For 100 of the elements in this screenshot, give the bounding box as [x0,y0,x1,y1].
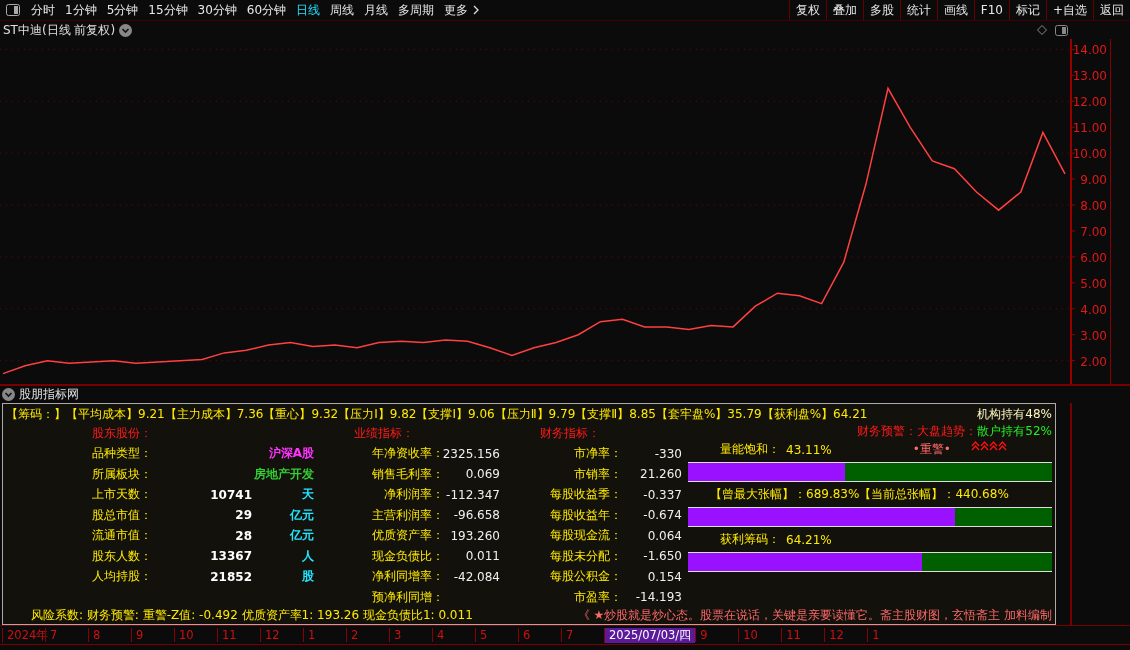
row-value: 沪深A股 [268,445,314,463]
row-value: -14.193 [635,590,682,605]
axis-label: 2.00 [1080,354,1107,369]
period-tab[interactable]: 更多 [439,1,474,19]
row-label: 市盈率： [573,588,622,606]
row-label: 市净率： [573,445,622,463]
row-value: 房地产开发 [254,465,314,483]
row-label: 每股收益年： [549,506,622,524]
meter-label: 量能饱和： [720,441,780,458]
row-label: 年净资收率： [371,445,444,463]
chart-title: ST中迪(日线 前复权) [3,21,116,39]
panel-toggle-icon[interactable] [6,4,20,16]
row-value: -112.347 [446,487,500,502]
dropdown-icon[interactable] [2,388,15,401]
axis-label: 14.00 [1072,43,1107,58]
date-tick: 5 [475,628,518,642]
row-label: 每股未分配： [549,547,622,565]
row-unit: 亿元 [290,527,314,545]
dropdown-icon[interactable] [119,23,133,37]
period-tab[interactable]: 15分钟 [143,1,193,19]
row-value: 28 [235,528,252,543]
meter-label: 【曾最大张幅】：689.83%【当前总张幅】：440.68% [710,486,1009,503]
panel-toggle-icon[interactable] [1055,24,1068,36]
row-value: 10741 [210,487,252,502]
period-tab[interactable]: 周线 [325,1,360,19]
period-tab[interactable]: 60分钟 [241,1,292,19]
row-value: -96.658 [453,508,500,523]
toolbar-button[interactable]: F10 [973,0,1009,20]
row-label: 所属板块： [92,465,153,483]
date-tick: 12 [824,628,868,642]
market-trend-label: 大盘趋势： [917,423,978,439]
row-label: 股东人数： [92,547,153,565]
axis-label: 7.00 [1080,224,1107,239]
toolbar-button[interactable]: 标记 [1008,0,1046,20]
date-tick: 2025/07/03/四 [604,627,696,643]
date-tick: 11 [781,628,825,642]
row-value: 21.260 [640,467,682,482]
row-value: -0.337 [643,487,682,502]
row-label: 每股公积金： [549,568,622,586]
section-header: 业绩指标： [354,425,415,442]
date-tick: 2 [346,628,389,642]
row-value: 0.064 [647,528,682,543]
row-value: -330 [654,446,682,461]
row-unit: 人 [302,547,314,565]
toolbar-button[interactable]: +自选 [1045,0,1093,20]
chevron-right-icon[interactable] [473,5,481,15]
axis-label: 11.00 [1072,121,1107,136]
date-tick: 11 [217,628,260,642]
period-tab[interactable]: 分时 [26,1,60,19]
meter-reading: 64.21% [786,532,832,547]
date-tick: 4 [432,628,475,642]
row-unit: 亿元 [290,506,314,524]
period-tab[interactable]: 日线 [291,1,326,19]
row-value: 21852 [210,569,252,584]
axis-label: 4.00 [1080,302,1107,317]
date-tick: 1 [303,628,346,642]
row-label: 流通市值： [92,527,153,545]
row-label: 净利润率： [383,486,444,504]
period-tab[interactable]: 1分钟 [60,1,102,19]
risk-summary: 风险系数: 财务预警: 重警-Z值: -0.492 优质资产率1: 193.26 现金负债比1: 0.011 [31,607,473,624]
period-tab[interactable]: 多周期 [393,1,440,19]
row-value: -1.650 [643,549,682,564]
toolbar-button[interactable]: 画线 [936,0,974,20]
axis-label: 10.00 [1072,147,1107,162]
period-tab[interactable]: 5分钟 [101,1,144,19]
axis-label: 6.00 [1080,250,1107,265]
row-value: 2325.156 [442,446,500,461]
institution-share: 机构持有48% [977,406,1052,423]
date-tick: 9 [695,628,739,642]
row-label: 主营利润率： [371,506,444,524]
axis-label: 3.00 [1080,328,1107,343]
section-header: 财务指标： [540,425,601,442]
row-value: 13367 [210,549,252,564]
row-value: 0.154 [647,569,682,584]
row-value: 193.260 [450,528,500,543]
date-tick: 10 [174,628,217,642]
axis-label: 8.00 [1080,199,1107,213]
row-value: 29 [235,508,252,523]
chip-summary: 【筹码：】【平均成本】9.21【主力成本】7.36【重心】9.32【压力Ⅰ】9.82【支撑Ⅰ】9.06【压力Ⅱ】9.79【支撑Ⅱ】8.85【套牢盘%】35.79【获利盘%】64.21 [6,406,868,423]
row-label: 预净利同增： [371,588,444,606]
date-tick: 12 [260,628,303,642]
row-label: 销售毛利率： [371,465,444,483]
toolbar-button[interactable]: 叠加 [825,0,863,20]
up-arrow-icon [988,439,998,452]
date-tick: 8 [88,628,131,642]
toolbar-button[interactable]: 返回 [1093,0,1130,20]
row-label: 上市天数： [92,486,153,504]
period-tab[interactable]: 30分钟 [192,1,242,19]
period-tab[interactable]: 月线 [359,1,394,19]
row-label: 每股收益季： [549,486,622,504]
toolbar-button[interactable]: 复权 [788,0,826,20]
row-value: -0.674 [643,508,682,523]
date-tick: 1 [867,628,911,642]
date-tick: 3 [389,628,432,642]
toolbar-button[interactable]: 统计 [899,0,937,20]
row-unit: 天 [302,486,314,504]
row-label: 品种类型： [92,445,153,463]
date-tick: 9 [131,628,174,642]
row-value: 0.069 [465,467,500,482]
toolbar-button[interactable]: 多股 [862,0,900,20]
